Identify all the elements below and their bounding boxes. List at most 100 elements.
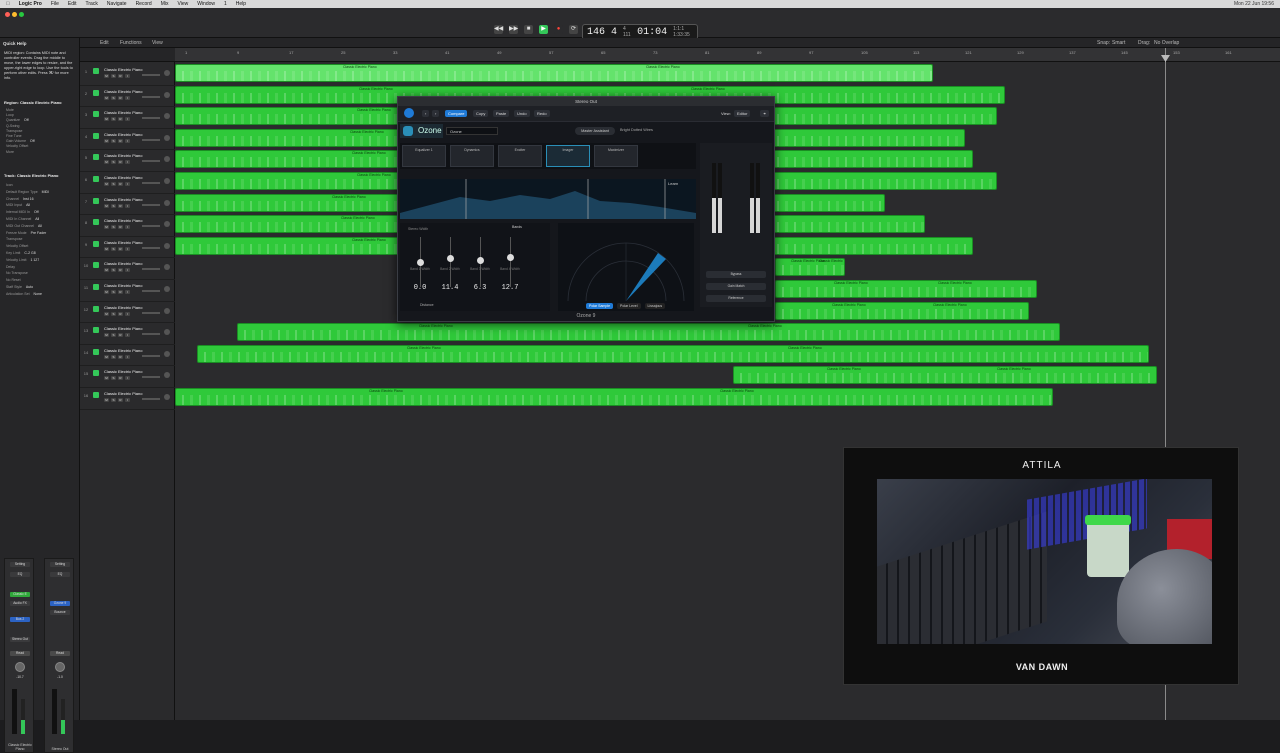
region-field[interactable]: Quantize Off xyxy=(6,118,76,122)
track-button-s[interactable]: S xyxy=(111,203,116,208)
track-header[interactable]: 13 Classic Electric Piano M S R I xyxy=(80,323,175,345)
distance-toggle[interactable]: Distance xyxy=(420,303,434,307)
menu-1[interactable]: 1 xyxy=(224,1,227,7)
track-field[interactable]: No Transpose xyxy=(6,271,76,275)
track-field[interactable]: MIDI In Channel All xyxy=(6,217,76,221)
track-header[interactable]: 7 Classic Electric Piano M S R I xyxy=(80,194,175,216)
track-pan-knob[interactable] xyxy=(164,264,170,271)
track-button-s[interactable]: S xyxy=(111,311,116,316)
track-button-r[interactable]: R xyxy=(118,74,123,78)
track-pan-knob[interactable] xyxy=(164,199,170,206)
tab-lissajous[interactable]: Lissajous xyxy=(644,303,666,309)
midi-region[interactable]: Classic Electric PianoClassic Electric P… xyxy=(775,258,845,277)
track-button-s[interactable]: S xyxy=(111,376,116,381)
pan-knob[interactable] xyxy=(55,662,65,672)
track-button-i[interactable]: I xyxy=(125,268,130,273)
menu-view[interactable]: View xyxy=(177,1,188,7)
menu-track[interactable]: Track xyxy=(86,1,98,7)
track-pan-knob[interactable] xyxy=(164,242,170,249)
track-name[interactable]: Classic Electric Piano xyxy=(104,89,142,94)
track-header[interactable]: 10 Classic Electric Piano M S R I xyxy=(80,258,175,280)
track-field[interactable]: Articulation Set None xyxy=(6,292,76,296)
stop-button[interactable]: ■ xyxy=(524,25,533,34)
track-volume-slider[interactable] xyxy=(142,311,160,314)
track-name[interactable]: Classic Electric Piano xyxy=(104,305,142,310)
reference-button[interactable]: Reference xyxy=(706,295,766,302)
menu-help[interactable]: Help xyxy=(236,1,246,7)
track-button-i[interactable]: I xyxy=(125,117,130,122)
forward-button[interactable]: ▶▶ xyxy=(509,25,518,34)
track-button-i[interactable]: I xyxy=(125,182,130,186)
track-button-s[interactable]: S xyxy=(111,333,116,338)
track-header[interactable]: 6 Classic Electric Piano M S R I xyxy=(80,172,175,194)
plugin-window-title[interactable]: Stereo Out xyxy=(398,97,774,106)
track-button-i[interactable]: I xyxy=(125,160,130,165)
track-button-m[interactable]: M xyxy=(104,290,109,294)
midi-region[interactable]: Classic Electric PianoClassic Electric P… xyxy=(775,301,1029,320)
menu-record[interactable]: Record xyxy=(136,1,152,7)
track-pan-knob[interactable] xyxy=(164,394,170,400)
forward-icon[interactable]: › xyxy=(432,110,440,117)
track-pan-knob[interactable] xyxy=(164,70,170,76)
track-field[interactable]: Internal MIDI In Off xyxy=(6,210,76,214)
track-button-s[interactable]: S xyxy=(111,354,116,359)
strip-output[interactable]: Stereo Out xyxy=(10,637,30,642)
band-4-value[interactable]: 12.7 xyxy=(496,284,524,292)
track-header[interactable]: 1 Classic Electric Piano M S R I xyxy=(80,64,175,86)
track-button-s[interactable]: S xyxy=(111,95,116,100)
strip-plugin-slot[interactable]: Ozone 9 xyxy=(50,601,70,606)
track-header[interactable]: 5 Classic Electric Piano M S R I xyxy=(80,150,175,172)
view-menu[interactable]: View xyxy=(152,40,163,46)
track-pan-knob[interactable] xyxy=(164,329,170,336)
menu-navigate[interactable]: Navigate xyxy=(107,1,127,7)
play-button[interactable]: ▶ xyxy=(539,25,548,34)
track-name[interactable]: Classic Electric Piano xyxy=(104,326,142,331)
track-volume-slider[interactable] xyxy=(142,333,160,336)
track-button-m[interactable]: M xyxy=(104,376,109,381)
track-inspector-title[interactable]: Track: Classic Electric Piano xyxy=(4,173,58,178)
track-button-s[interactable]: S xyxy=(111,117,116,122)
track-field[interactable]: No Reset xyxy=(6,278,76,282)
track-button-m[interactable]: M xyxy=(104,246,109,251)
track-button-m[interactable]: M xyxy=(104,160,109,165)
menu-edit[interactable]: Edit xyxy=(68,1,77,7)
midi-region[interactable]: Classic Electric PianoClassic Electric P… xyxy=(197,344,1149,363)
track-name[interactable]: Classic Electric Piano xyxy=(104,369,142,374)
track-pan-knob[interactable] xyxy=(164,91,170,98)
track-field-value[interactable]: None xyxy=(34,292,42,296)
track-name[interactable]: Classic Electric Piano xyxy=(104,391,142,396)
track-button-r[interactable]: R xyxy=(118,117,123,122)
module-maximizer[interactable]: Maximizer xyxy=(594,145,638,167)
track-volume-slider[interactable] xyxy=(142,160,160,163)
track-button-m[interactable]: M xyxy=(104,95,109,100)
snap-select[interactable]: Smart xyxy=(1112,40,1125,46)
compare-button[interactable]: Compare xyxy=(445,110,468,117)
undo-button[interactable]: Undo xyxy=(514,110,530,117)
track-pan-knob[interactable] xyxy=(164,156,170,163)
menu-window[interactable]: Window xyxy=(197,1,215,7)
track-button-s[interactable]: S xyxy=(111,246,116,251)
track-volume-slider[interactable] xyxy=(142,246,160,249)
region-field[interactable]: Loop xyxy=(6,113,76,117)
module-exciter[interactable]: Exciter xyxy=(498,145,542,167)
assistant-target[interactable]: Bright Dotted Wires xyxy=(620,128,653,132)
track-volume-slider[interactable] xyxy=(142,225,160,228)
track-header[interactable]: 11 Classic Electric Piano M S R I xyxy=(80,280,175,302)
track-button-r[interactable]: R xyxy=(118,354,123,359)
band-1-value[interactable]: 0.0 xyxy=(406,284,434,292)
redo-button[interactable]: Redo xyxy=(534,110,550,117)
track-header[interactable]: 14 Classic Electric Piano M S R I xyxy=(80,345,175,367)
track-volume-slider[interactable] xyxy=(142,290,160,292)
track-field-value[interactable]: C-2 G8 xyxy=(24,251,35,255)
module-dynamics[interactable]: Dynamics xyxy=(450,145,494,167)
track-field-value[interactable]: Auto xyxy=(26,285,33,289)
track-name[interactable]: Classic Electric Piano xyxy=(104,110,142,115)
track-button-i[interactable]: I xyxy=(125,225,130,230)
strip-eq-button[interactable]: EQ xyxy=(50,572,70,577)
track-pan-knob[interactable] xyxy=(164,178,170,184)
track-volume-slider[interactable] xyxy=(142,268,160,271)
track-field-value[interactable]: 1 127 xyxy=(30,258,39,262)
track-button-i[interactable]: I xyxy=(125,246,130,251)
link-icon[interactable]: ⚭ xyxy=(760,110,770,117)
track-volume-slider[interactable] xyxy=(142,398,160,400)
